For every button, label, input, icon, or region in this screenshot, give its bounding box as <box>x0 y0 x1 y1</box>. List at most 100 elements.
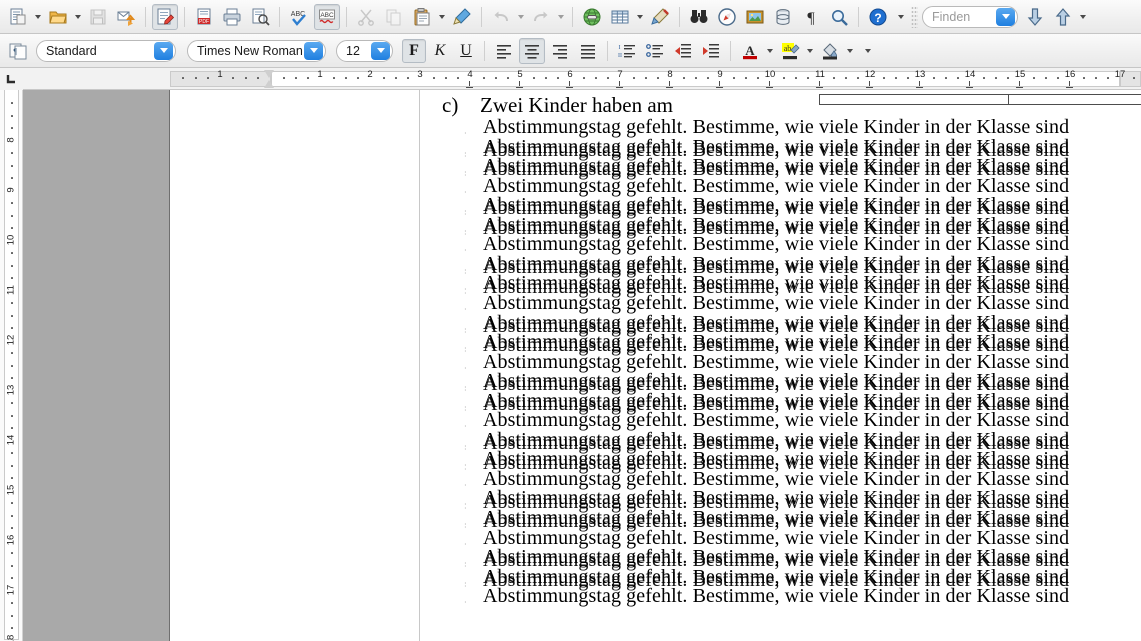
tab-stop-marker[interactable] <box>666 83 673 88</box>
find-toolbar-overflow[interactable] <box>1077 5 1088 29</box>
email-document-button[interactable] <box>113 4 139 30</box>
ruler-v-label: 11 <box>6 285 17 295</box>
document-page[interactable]: c)Zwei Kinder haben am·Abstimmungstag ge… <box>170 90 1141 641</box>
tab-stop-marker[interactable] <box>516 83 523 88</box>
align-left-button[interactable] <box>491 38 517 64</box>
font-name-combo[interactable]: Times New Roman <box>187 40 326 62</box>
svg-text:PDF: PDF <box>199 19 209 25</box>
help-button[interactable]: ? <box>865 4 891 30</box>
ruler-h-label: 15 <box>1015 69 1026 80</box>
undo-button[interactable] <box>488 4 514 30</box>
tab-stop-marker[interactable] <box>916 83 923 88</box>
standard-toolbar: PDF ABC <box>0 0 1141 34</box>
ruler-h-label: 4 <box>467 69 472 80</box>
tab-stop-marker[interactable] <box>1016 83 1023 88</box>
highlight-color-dropdown[interactable] <box>804 39 815 63</box>
autospellcheck-button[interactable]: ABC <box>314 4 340 30</box>
align-right-button[interactable] <box>547 38 573 64</box>
tab-stop-marker[interactable] <box>766 83 773 88</box>
font-size-combo[interactable]: 12 <box>336 40 393 62</box>
open-document-button[interactable] <box>45 4 71 30</box>
new-document-button[interactable] <box>5 4 31 30</box>
tab-stop-marker[interactable] <box>716 83 723 88</box>
insert-hyperlink-button[interactable] <box>579 4 605 30</box>
ruler-v-label: 10 <box>6 235 17 246</box>
document-canvas[interactable]: c)Zwei Kinder haben am·Abstimmungstag ge… <box>23 90 1141 641</box>
redo-dropdown[interactable] <box>555 5 566 29</box>
tab-stop-marker[interactable] <box>816 83 823 88</box>
open-document-dropdown[interactable] <box>72 5 83 29</box>
find-and-replace-button[interactable] <box>686 4 712 30</box>
navigator-button[interactable] <box>714 4 740 30</box>
background-color-button[interactable] <box>817 38 843 64</box>
find-input-dropdown-arrow[interactable] <box>996 8 1015 26</box>
highlight-color-button[interactable]: ab <box>777 38 803 64</box>
ruler-v-label: 12 <box>6 335 17 346</box>
find-input[interactable]: Finden <box>922 6 1018 28</box>
document-text[interactable]: c)Zwei Kinder haben am·Abstimmungstag ge… <box>170 90 1141 641</box>
find-previous-button[interactable] <box>1050 4 1076 30</box>
edit-mode-button[interactable] <box>152 4 178 30</box>
insert-table-button[interactable] <box>607 4 633 30</box>
horizontal-ruler[interactable]: 1 1 2 3 4 5 6 7 8 9 10 11 12 13 14 15 16… <box>0 68 1141 90</box>
paragraph-style-icon[interactable]: ¶ <box>5 38 31 64</box>
tab-stop-marker[interactable] <box>866 83 873 88</box>
ruler-h-label: 3 <box>417 69 422 80</box>
formatting-toolbar: ¶ Standard Times New Roman 12 F K U <box>0 34 1141 68</box>
ordered-list-button[interactable]: I II <box>614 38 640 64</box>
font-name-dropdown-arrow[interactable] <box>304 42 323 60</box>
clone-formatting-button[interactable] <box>449 4 475 30</box>
ruler-h-label: 10 <box>765 69 776 80</box>
line-bullet-dot: · <box>464 240 467 261</box>
copy-button[interactable] <box>381 4 407 30</box>
ruler-corner-tab-selector[interactable] <box>0 68 23 90</box>
font-color-dropdown[interactable] <box>764 39 775 63</box>
first-line-indent-marker[interactable] <box>264 70 275 88</box>
ruler-v-label: 13 <box>6 385 17 396</box>
tab-stop-marker[interactable] <box>966 83 973 88</box>
tab-stop-marker[interactable] <box>466 83 473 88</box>
find-toolbar-grip[interactable] <box>911 6 918 28</box>
italic-button[interactable]: K <box>428 39 452 63</box>
font-color-button[interactable]: A <box>737 38 763 64</box>
show-draw-functions-button[interactable] <box>647 4 673 30</box>
decrease-indent-button[interactable] <box>670 38 696 64</box>
svg-text:II: II <box>618 53 622 59</box>
formatting-toolbar-overflow[interactable] <box>862 39 873 63</box>
paste-button[interactable] <box>409 4 435 30</box>
vertical-ruler[interactable]: 8 9 10 11 12 13 14 15 16 17 18 <box>0 90 23 641</box>
redo-button[interactable] <box>528 4 554 30</box>
new-document-dropdown[interactable] <box>32 5 43 29</box>
increase-indent-button[interactable] <box>698 38 724 64</box>
data-sources-button[interactable] <box>770 4 796 30</box>
tab-stop-marker[interactable] <box>616 83 623 88</box>
find-next-button[interactable] <box>1022 4 1048 30</box>
gallery-button[interactable] <box>742 4 768 30</box>
bold-button[interactable]: F <box>402 39 426 63</box>
background-color-dropdown[interactable] <box>844 39 855 63</box>
spelling-button[interactable]: ABC <box>286 4 312 30</box>
save-button[interactable] <box>85 4 111 30</box>
ruler-text-band <box>271 71 1120 87</box>
font-size-dropdown-arrow[interactable] <box>371 42 390 60</box>
underline-button[interactable]: U <box>454 39 478 63</box>
paragraph-style-dropdown-arrow[interactable] <box>154 42 173 60</box>
paste-dropdown[interactable] <box>436 5 447 29</box>
zoom-button[interactable] <box>826 4 852 30</box>
standard-toolbar-overflow[interactable] <box>895 5 906 29</box>
align-justify-button[interactable] <box>575 38 601 64</box>
tab-stop-marker[interactable] <box>566 83 573 88</box>
print-preview-button[interactable] <box>247 4 273 30</box>
line-bullet-dot: · <box>464 123 467 144</box>
formatting-marks-button[interactable]: ¶ <box>798 4 824 30</box>
cut-button[interactable] <box>353 4 379 30</box>
insert-table-dropdown[interactable] <box>634 5 645 29</box>
print-button[interactable] <box>219 4 245 30</box>
undo-dropdown[interactable] <box>515 5 526 29</box>
paragraph-style-combo[interactable]: Standard <box>36 40 176 62</box>
export-pdf-button[interactable]: PDF <box>191 4 217 30</box>
tab-stop-marker[interactable] <box>1066 83 1073 88</box>
unordered-list-button[interactable] <box>642 38 668 64</box>
ruler-h-label: 1 <box>317 69 322 80</box>
align-center-button[interactable] <box>519 38 545 64</box>
